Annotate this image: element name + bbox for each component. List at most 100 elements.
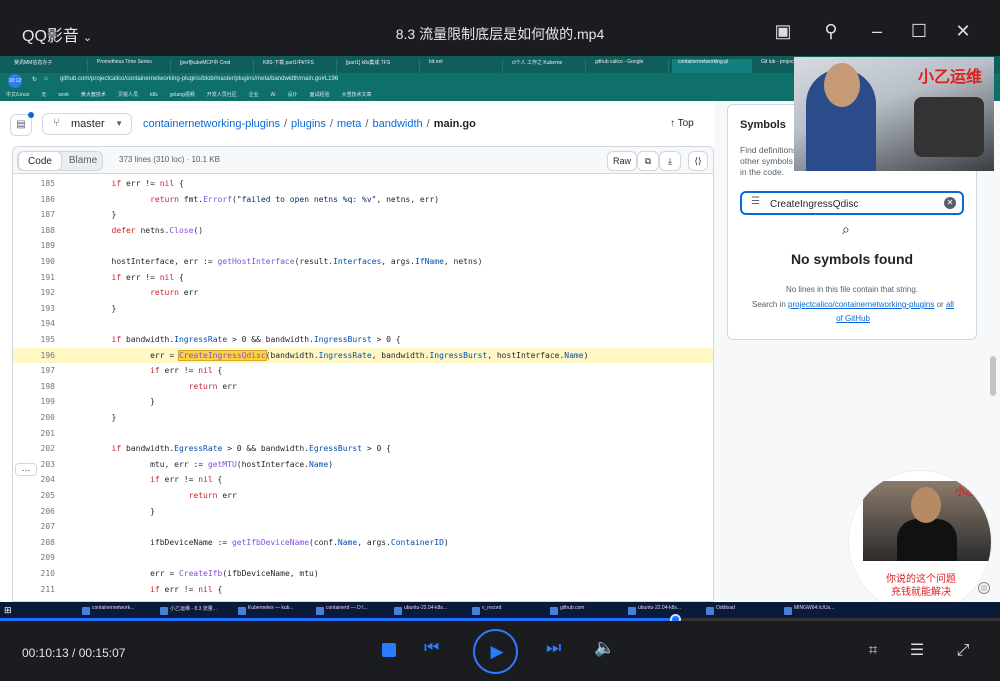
browser-tab[interactable]: bit.net bbox=[423, 59, 503, 73]
line-number[interactable]: 194 bbox=[13, 316, 55, 331]
line-number[interactable]: 190 bbox=[13, 254, 55, 269]
stop-icon[interactable] bbox=[382, 643, 396, 657]
raw-button[interactable]: Raw bbox=[607, 151, 637, 171]
maximize-button[interactable]: ☐ bbox=[908, 20, 930, 42]
line-number[interactable]: 193 bbox=[13, 301, 55, 316]
line-number[interactable]: 201 bbox=[13, 426, 55, 441]
top-link[interactable]: ↑ Top bbox=[670, 118, 694, 129]
line-number[interactable]: 211 bbox=[13, 582, 55, 597]
browser-tab[interactable]: Prometheus Time Series bbox=[91, 59, 171, 73]
tab-code[interactable]: Code bbox=[18, 151, 62, 171]
bookmark-item[interactable]: 无 bbox=[41, 92, 46, 98]
screenshot-icon[interactable]: ▣ bbox=[772, 20, 794, 42]
pin-icon[interactable]: ⚲ bbox=[820, 20, 842, 42]
line-number[interactable]: 204 bbox=[13, 472, 55, 487]
taskbar-item[interactable]: v_record bbox=[470, 605, 544, 617]
close-icon[interactable]: ✕ bbox=[944, 197, 956, 209]
close-button[interactable]: ✕ bbox=[952, 20, 974, 42]
download-icon[interactable]: ⤓ bbox=[659, 151, 681, 171]
video-frame[interactable]: 斐讯MM信息办子 Prometheus Time Series [perf]kube… bbox=[0, 56, 1000, 622]
time-total: 00:15:07 bbox=[78, 646, 126, 660]
taskbar-item[interactable]: ubuntu-22.04-k8s... bbox=[626, 605, 700, 617]
line-number[interactable]: 192 bbox=[13, 285, 55, 300]
browser-tab[interactable]: cl个人 工作之 Kuberne bbox=[506, 59, 586, 73]
breadcrumb-meta[interactable]: meta bbox=[337, 118, 361, 130]
line-number[interactable]: 210 bbox=[13, 566, 55, 581]
taskbar-item[interactable]: containerd — D:\... bbox=[314, 605, 388, 617]
bookmark-item[interactable]: 大雪技术文章 bbox=[342, 92, 372, 98]
breadcrumb-plugins[interactable]: plugins bbox=[291, 118, 326, 130]
line-number[interactable]: 197 bbox=[13, 363, 55, 378]
taskbar-item[interactable]: Kubernetes — kub... bbox=[236, 605, 310, 617]
line-number[interactable]: 206 bbox=[13, 504, 55, 519]
notification-dot bbox=[28, 112, 34, 118]
line-number[interactable]: 209 bbox=[13, 550, 55, 565]
bookmark-item[interactable]: 中文/Linux bbox=[6, 92, 29, 98]
code-view[interactable]: … 185 if err != nil {186 return fmt.Erro… bbox=[12, 174, 714, 602]
line-number[interactable]: 188 bbox=[13, 223, 55, 238]
sidebar-toggle-button[interactable]: ▤ bbox=[10, 112, 34, 136]
browser-tab[interactable]: 斐讯MM信息办子 bbox=[8, 59, 88, 73]
minimize-button[interactable]: – bbox=[866, 20, 888, 42]
line-number[interactable]: 189 bbox=[13, 238, 55, 253]
scrollbar-thumb[interactable] bbox=[990, 356, 996, 396]
bookmark-item[interactable]: work bbox=[58, 92, 69, 98]
bookmark-item[interactable]: 面试经验 bbox=[310, 92, 330, 98]
browser-tab[interactable]: [part1] k8s集成 TFS bbox=[340, 59, 420, 73]
bookmark-item[interactable]: 贝锐人员 bbox=[118, 92, 138, 98]
volume-icon[interactable]: 🔈 bbox=[594, 638, 615, 658]
arrow-up-icon: ↑ bbox=[670, 118, 675, 129]
line-number[interactable]: 205 bbox=[13, 488, 55, 503]
browser-tab[interactable]: K8S-下载 part1中kTFS bbox=[257, 59, 337, 73]
bookmark-item[interactable]: 企业 bbox=[249, 92, 259, 98]
browser-tab[interactable]: [perf]kubeMCP中 Cmd bbox=[174, 59, 254, 73]
taskbar-item[interactable]: containernetwork... bbox=[80, 605, 154, 617]
line-number[interactable]: 186 bbox=[13, 192, 55, 207]
code-line: 210 err = CreateIfb(ifbDeviceName, mtu) bbox=[13, 566, 713, 581]
line-number[interactable]: 199 bbox=[13, 394, 55, 409]
prev-icon[interactable]: ⏮ bbox=[424, 638, 439, 658]
line-content: if err != nil { bbox=[150, 475, 223, 485]
record-icon[interactable]: ◎ bbox=[978, 582, 990, 594]
breadcrumb-repo[interactable]: containernetworking-plugins bbox=[143, 118, 280, 130]
copy-icon[interactable]: ⧉ bbox=[637, 151, 659, 171]
search-in-text: Search in bbox=[752, 300, 786, 309]
fullscreen-icon[interactable]: ⤢ bbox=[952, 640, 974, 662]
tab-blame[interactable]: Blame bbox=[64, 152, 102, 170]
taskbar-item[interactable]: MINGW64:/c/Us... bbox=[782, 605, 856, 617]
bookmark-item[interactable]: 黄大酱技术 bbox=[81, 92, 106, 98]
settings-icon[interactable]: ☰ bbox=[906, 640, 928, 662]
home-icon: ⌂ bbox=[44, 76, 48, 82]
line-number[interactable]: 207 bbox=[13, 519, 55, 534]
code-line: 194 bbox=[13, 316, 713, 331]
breadcrumb-bandwidth[interactable]: bandwidth bbox=[372, 118, 422, 130]
bookmark-item[interactable]: k8s bbox=[150, 92, 158, 98]
line-number[interactable]: 187 bbox=[13, 207, 55, 222]
line-number[interactable]: 203 bbox=[13, 457, 55, 472]
taskbar-item[interactable]: Oddload bbox=[704, 605, 778, 617]
line-number[interactable]: 191 bbox=[13, 270, 55, 285]
bookmark-item[interactable]: AI bbox=[271, 92, 276, 98]
screenshot-tool-icon[interactable]: ⌗ bbox=[862, 640, 884, 662]
line-number[interactable]: 208 bbox=[13, 535, 55, 550]
line-number[interactable]: 198 bbox=[13, 379, 55, 394]
branch-selector[interactable]: ⑂ master ▼ bbox=[42, 113, 132, 135]
taskbar-item[interactable]: 小乙运维 - 8.3 流量... bbox=[158, 605, 232, 617]
bookmark-item[interactable]: 设计 bbox=[288, 92, 298, 98]
bookmark-item[interactable]: golang视频 bbox=[170, 92, 195, 98]
taskbar-item[interactable]: ubuntu-22.04-k8s... bbox=[392, 605, 466, 617]
line-number[interactable]: 202 bbox=[13, 441, 55, 456]
line-number[interactable]: 195 bbox=[13, 332, 55, 347]
line-number[interactable]: 200 bbox=[13, 410, 55, 425]
play-icon[interactable]: ▶ bbox=[473, 629, 518, 674]
repo-search-link[interactable]: projectcalico/containernetworking-plugin… bbox=[788, 300, 934, 309]
browser-tab[interactable]: containernetworking-pl bbox=[672, 59, 752, 73]
taskbar-item[interactable]: github.com bbox=[548, 605, 622, 617]
symbols-search-input[interactable]: ☰ CreateIngressQdisc ✕ bbox=[740, 191, 964, 215]
bookmark-item[interactable]: 开发人员社区 bbox=[207, 92, 237, 98]
symbols-panel-icon[interactable]: ⟨⟩ bbox=[688, 151, 708, 171]
line-number[interactable]: 185 bbox=[13, 176, 55, 191]
line-number[interactable]: 196 bbox=[13, 348, 55, 363]
browser-tab[interactable]: github calico - Google bbox=[589, 59, 669, 73]
next-icon[interactable]: ⏭ bbox=[546, 638, 561, 658]
